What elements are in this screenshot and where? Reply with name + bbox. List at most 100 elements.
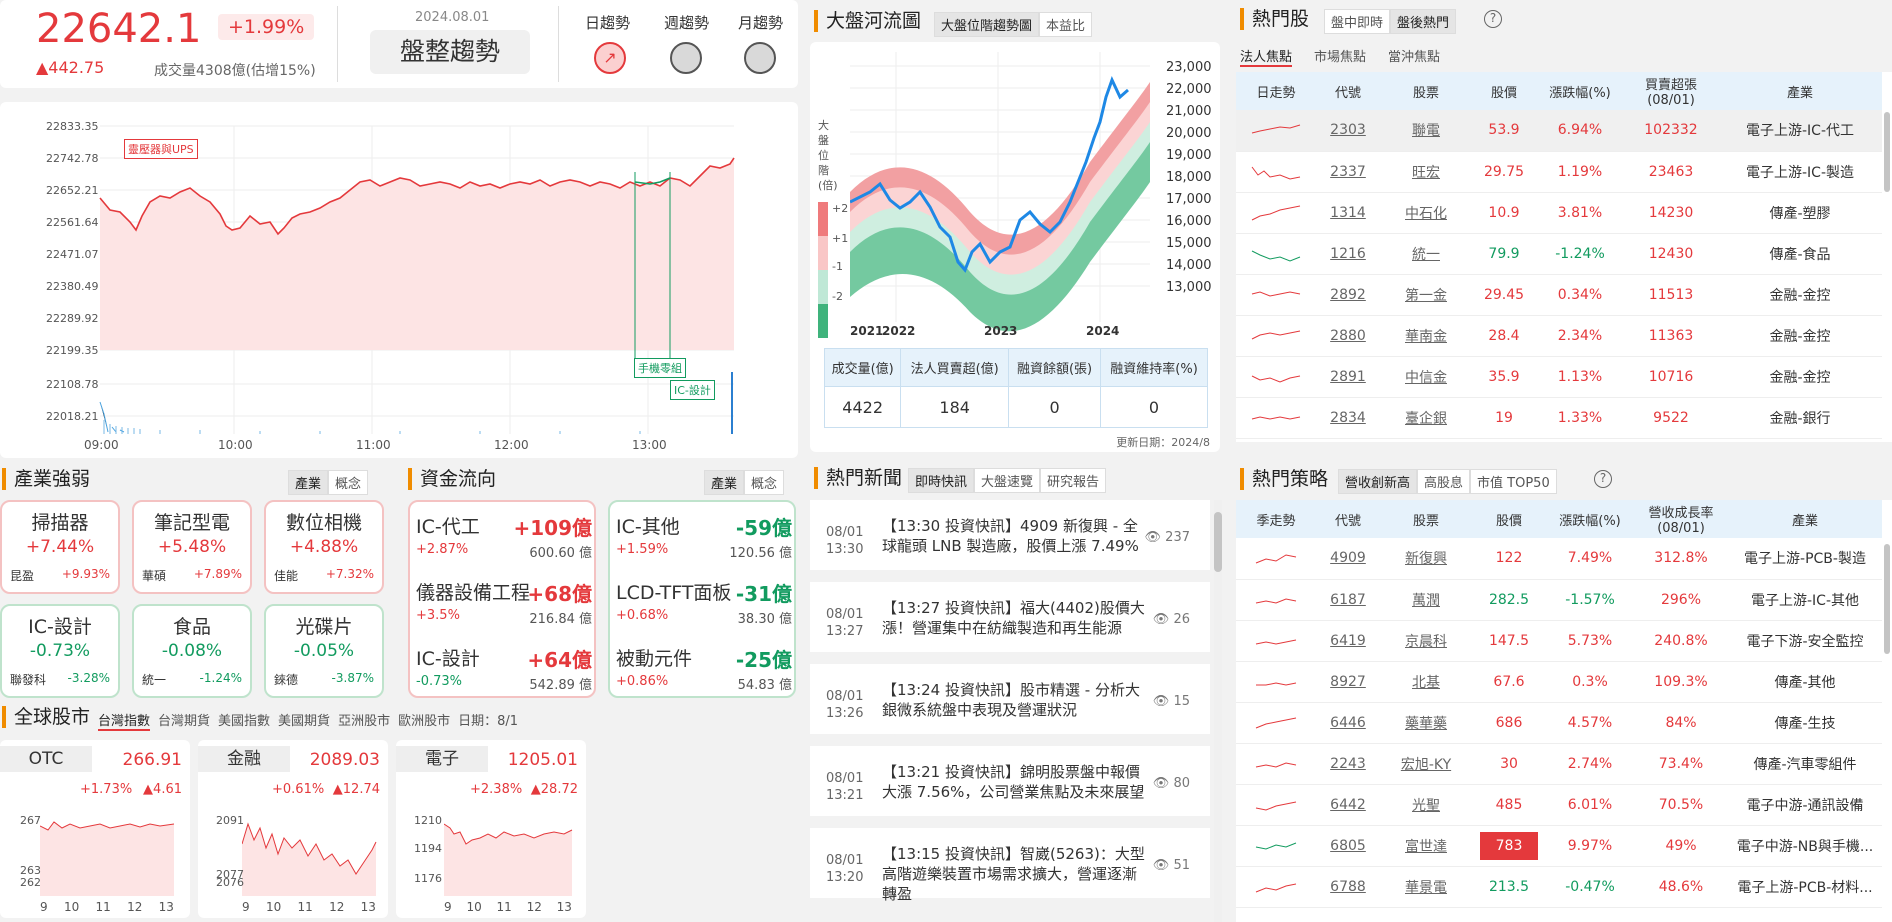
- stock-code[interactable]: 2834: [1316, 397, 1380, 439]
- news-headline[interactable]: 【13:21 投資快訊】錦明股票盤中報價大漲 7.56%，公司營業焦點及未來展望: [882, 762, 1148, 802]
- annotation-phone-parts[interactable]: 手機零組: [634, 358, 686, 378]
- col-header[interactable]: 買賣超張(08/01): [1624, 72, 1718, 110]
- global-card-otc[interactable]: OTC 266.91 +1.73% ▲4.61 267 263 262 9 10 1…: [0, 740, 190, 918]
- table-row[interactable]: 8927 北基 67.6 0.3% 109.3% 傳產-其他: [1236, 661, 1882, 703]
- hot-scrollbar[interactable]: [1884, 112, 1890, 192]
- stock-name[interactable]: 光聖: [1380, 784, 1472, 826]
- stock-name[interactable]: 宏旭-KY: [1380, 743, 1472, 785]
- global-card-electronics[interactable]: 電子 1205.01 +2.38% ▲28.72 1210 1194 1176 …: [396, 740, 586, 918]
- tab-industry[interactable]: 產業: [704, 470, 745, 495]
- stock-code[interactable]: 1216: [1316, 233, 1380, 275]
- table-row[interactable]: 6446 藥華藥 686 4.57% 84% 傳產-生技: [1236, 702, 1882, 744]
- stock-code[interactable]: 1314: [1316, 192, 1380, 234]
- news-item[interactable]: 08/01 13:26 【13:24 投資快訊】股市精選 - 分析大銀微系統盤中表現…: [810, 664, 1210, 740]
- tab-after-hours[interactable]: 盤後熱門: [1390, 9, 1457, 34]
- tab-high-dividend[interactable]: 高股息: [1417, 469, 1471, 494]
- sector-card[interactable]: 筆記型電 +5.48% 華碩 +7.89%: [132, 500, 252, 594]
- tab-market-focus[interactable]: 市場焦點: [1314, 46, 1366, 67]
- flow-item[interactable]: 儀器設備工程 +68億 +3.5% 216.84 億: [408, 568, 600, 634]
- table-row[interactable]: 6442 光聖 485 6.01% 70.5% 電子中游-通訊設備: [1236, 784, 1882, 826]
- stock-name[interactable]: 藥華藥: [1380, 702, 1472, 744]
- table-row[interactable]: 6187 萬潤 282.5 -1.57% 296% 電子上游-IC-其他: [1236, 579, 1882, 621]
- news-item[interactable]: 08/01 13:30 【13:30 投資快訊】4909 新復興 - 全球龍頭 LN…: [810, 500, 1210, 576]
- stock-name[interactable]: 臺企銀: [1380, 397, 1472, 439]
- stock-code[interactable]: 2243: [1316, 743, 1380, 785]
- stock-name[interactable]: 新復興: [1380, 538, 1472, 580]
- flow-item[interactable]: IC-設計 +64億 -0.73% 542.89 億: [408, 634, 600, 700]
- sector-card[interactable]: 光碟片 -0.05% 錸德 -3.87%: [264, 604, 384, 698]
- table-row[interactable]: 6805 富世達 783 9.97% 49% 電子中游-NB與手機...: [1236, 825, 1882, 867]
- tab-tw-index[interactable]: 台灣指數: [98, 710, 151, 731]
- news-headline[interactable]: 【13:15 投資快訊】智崴(5263)：大型高階遊樂裝置市場需求擴大，營運逐漸…: [882, 844, 1148, 904]
- col-header[interactable]: 漲跌幅(%): [1546, 500, 1634, 538]
- tab-week-trend[interactable]: 週趨勢: [664, 12, 709, 33]
- stock-code[interactable]: 2337: [1316, 151, 1380, 193]
- news-item[interactable]: 08/01 13:21 【13:21 投資快訊】錦明股票盤中報價大漲 7.56%，公…: [810, 746, 1210, 822]
- tab-industry[interactable]: 產業: [288, 470, 329, 495]
- col-header[interactable]: 漲跌幅(%): [1536, 72, 1624, 110]
- stock-code[interactable]: 2892: [1316, 274, 1380, 316]
- tab-concept[interactable]: 概念: [328, 470, 369, 495]
- tab-us-futures[interactable]: 美國期貨: [278, 710, 330, 731]
- col-header[interactable]: 股價: [1472, 500, 1546, 538]
- month-trend-circle-icon[interactable]: [744, 42, 776, 74]
- annotation-ups[interactable]: 靈壓器與UPS: [124, 139, 198, 159]
- stock-name[interactable]: 中信金: [1380, 356, 1472, 398]
- table-row[interactable]: 1216 統一 79.9 -1.24% 12430 傳產-食品: [1236, 233, 1882, 275]
- table-row[interactable]: 6419 京晨科 147.5 5.73% 240.8% 電子下游-安全監控: [1236, 620, 1882, 662]
- table-row[interactable]: 2880 華南金 28.4 2.34% 11363 金融-金控: [1236, 315, 1882, 357]
- tab-us-index[interactable]: 美國指數: [218, 710, 270, 731]
- col-header[interactable]: 營收成長率(08/01): [1634, 500, 1728, 538]
- news-scrollbar[interactable]: [1214, 500, 1222, 922]
- tab-research[interactable]: 研究報告: [1040, 468, 1107, 493]
- stock-name[interactable]: 中石化: [1380, 192, 1472, 234]
- annotation-ic-design[interactable]: IC-設計: [670, 380, 715, 400]
- stock-name[interactable]: 華南金: [1380, 315, 1472, 357]
- tab-daytrade[interactable]: 當沖焦點: [1388, 46, 1440, 67]
- table-row[interactable]: 4909 新復興 122 7.49% 312.8% 電子上游-PCB-製造: [1236, 538, 1882, 580]
- flow-item[interactable]: IC-代工 +109億 +2.87% 600.60 億: [408, 502, 600, 568]
- help-icon[interactable]: ?: [1594, 470, 1612, 488]
- news-headline[interactable]: 【13:27 投資快訊】福大(4402)股價大漲！營運集中在紡織製造和再生能源: [882, 598, 1148, 638]
- stock-name[interactable]: 北基: [1380, 661, 1472, 703]
- sector-card[interactable]: 掃描器 +7.44% 昆盈 +9.93%: [0, 500, 120, 594]
- tab-market-overview[interactable]: 大盤速覽: [974, 468, 1041, 493]
- tab-intraday[interactable]: 盤中即時: [1324, 9, 1391, 34]
- news-item[interactable]: 08/01 13:20 【13:15 投資快訊】智崴(5263)：大型高階遊樂裝置市…: [810, 828, 1210, 904]
- stock-code[interactable]: 2891: [1316, 356, 1380, 398]
- sector-card[interactable]: 食品 -0.08% 統一 -1.24%: [132, 604, 252, 698]
- stock-name[interactable]: 聯電: [1380, 110, 1472, 152]
- stock-name[interactable]: 京晨科: [1380, 620, 1472, 662]
- table-row[interactable]: 6788 華景電 213.5 -0.47% 48.6% 電子上游-PCB-材料...: [1236, 866, 1882, 908]
- stock-name[interactable]: 統一: [1380, 233, 1472, 275]
- col-header[interactable]: 股價: [1472, 72, 1536, 110]
- stock-name[interactable]: 第一金: [1380, 274, 1472, 316]
- stock-name[interactable]: 富世達: [1380, 825, 1472, 867]
- strat-scrollbar[interactable]: [1884, 544, 1890, 654]
- stock-code[interactable]: 6419: [1316, 620, 1380, 662]
- table-row[interactable]: 2834 臺企銀 19 1.33% 9522 金融-銀行: [1236, 397, 1882, 439]
- col-header[interactable]: 代號: [1316, 500, 1380, 538]
- tab-revenue-high[interactable]: 營收創新高: [1338, 469, 1418, 494]
- stock-code[interactable]: 6788: [1316, 866, 1380, 908]
- stock-code[interactable]: 6446: [1316, 702, 1380, 744]
- stock-name[interactable]: 萬潤: [1380, 579, 1472, 621]
- stock-code[interactable]: 2880: [1316, 315, 1380, 357]
- table-row[interactable]: 1314 中石化 10.9 3.81% 14230 傳產-塑膠: [1236, 192, 1882, 234]
- tab-day-trend[interactable]: 日趨勢: [585, 12, 630, 33]
- stock-name[interactable]: 華景電: [1380, 866, 1472, 908]
- tab-month-trend[interactable]: 月趨勢: [738, 12, 783, 33]
- col-header[interactable]: 股票: [1380, 72, 1472, 110]
- tab-europe[interactable]: 歐洲股市: [398, 710, 450, 731]
- tab-pe[interactable]: 本益比: [1039, 12, 1093, 37]
- week-trend-circle-icon[interactable]: [670, 42, 702, 74]
- tab-concept[interactable]: 概念: [744, 470, 785, 495]
- stock-code[interactable]: 2303: [1316, 110, 1380, 152]
- stock-code[interactable]: 6442: [1316, 784, 1380, 826]
- col-header[interactable]: 代號: [1316, 72, 1380, 110]
- stock-code[interactable]: 6187: [1316, 579, 1380, 621]
- stock-name[interactable]: 旺宏: [1380, 151, 1472, 193]
- table-row[interactable]: 2891 中信金 35.9 1.13% 10716 金融-金控: [1236, 356, 1882, 398]
- flow-item[interactable]: 被動元件 -25億 +0.86% 54.83 億: [608, 634, 800, 700]
- table-row[interactable]: 2303 聯電 53.9 6.94% 102332 電子上游-IC-代工: [1236, 110, 1882, 152]
